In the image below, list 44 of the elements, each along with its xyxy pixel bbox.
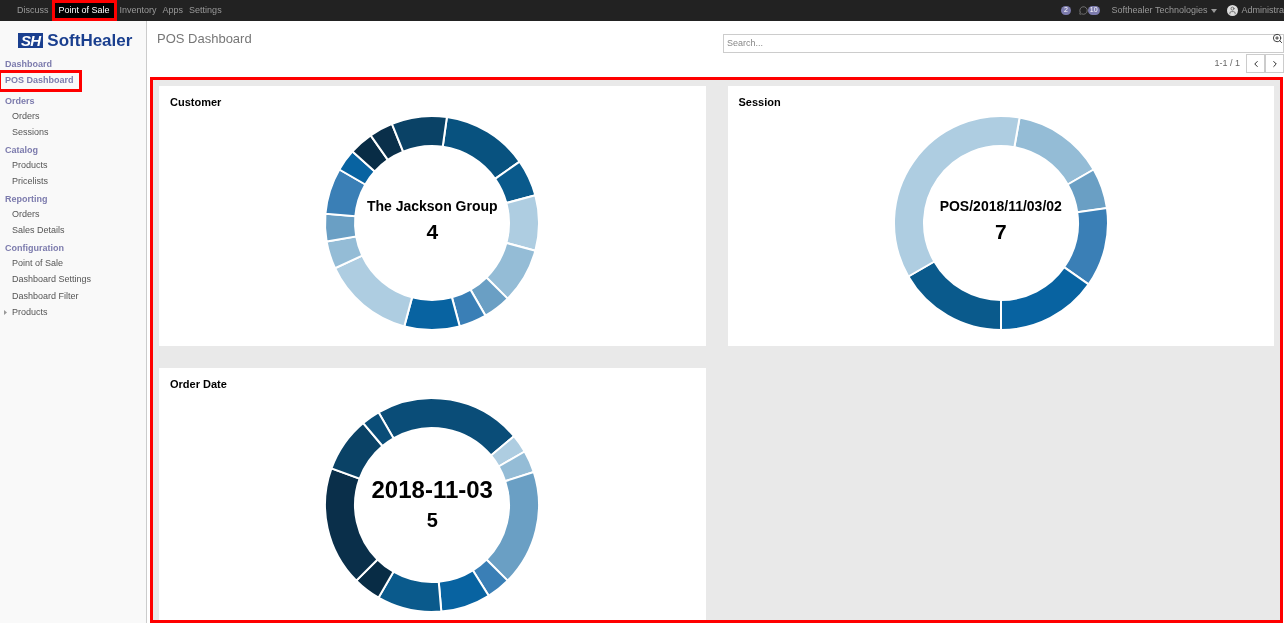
menu-item[interactable]: Pricelists xyxy=(0,173,146,190)
menu-item[interactable]: Sales Details xyxy=(0,222,146,239)
widget-title: Order Date xyxy=(170,377,228,392)
center-value: 4 xyxy=(426,218,439,245)
pager-value: 1-1 / 1 xyxy=(1214,56,1240,70)
menu-section[interactable]: Configuration xyxy=(0,242,146,255)
menu-link[interactable]: Inventory xyxy=(116,0,160,21)
page-title: POS Dashboard xyxy=(157,30,252,48)
widget-title: Session xyxy=(738,95,782,110)
center-label: The Jackson Group xyxy=(366,198,498,216)
menu-item[interactable]: Orders xyxy=(0,108,146,125)
menu-item[interactable]: Orders xyxy=(0,206,146,223)
menu-item[interactable]: Sessions xyxy=(0,124,146,141)
menu-section[interactable]: Catalog xyxy=(0,144,146,157)
user-menu[interactable]: Administra xyxy=(1241,3,1284,18)
menu-link[interactable]: Point of Sale xyxy=(51,0,117,21)
menu-section[interactable]: POS Dashboard xyxy=(0,70,82,92)
caret-icon xyxy=(1211,8,1218,13)
menu-section[interactable]: Reporting xyxy=(0,193,146,206)
center-label: 2018-11-03 xyxy=(371,474,493,505)
menu-link[interactable]: Apps xyxy=(159,0,187,21)
center-value: 7 xyxy=(994,218,1007,245)
search-icon[interactable] xyxy=(1272,33,1283,44)
menu-item[interactable]: Dashboard Filter xyxy=(0,288,146,305)
center-label: POS/2018/11/03/02 xyxy=(939,198,1062,216)
menu-item[interactable]: Point of Sale xyxy=(0,255,146,272)
previous-button[interactable] xyxy=(1246,54,1265,73)
logo-text: SoftHealer xyxy=(47,32,133,49)
avatar-icon[interactable] xyxy=(1227,5,1239,16)
widget-title: Customer xyxy=(170,95,223,110)
menu-link[interactable]: Discuss xyxy=(14,0,52,21)
menu-item[interactable]: Dashboard Settings xyxy=(0,271,146,288)
menu-item[interactable]: Products xyxy=(0,157,146,174)
next-button[interactable] xyxy=(1265,54,1284,73)
company-switcher[interactable]: Softhealer Technologies xyxy=(1111,3,1208,18)
menu-section[interactable]: Orders xyxy=(0,95,146,108)
chat-icon[interactable] xyxy=(1078,6,1088,15)
triangle-icon xyxy=(4,310,7,316)
menu-section[interactable]: Dashboard xyxy=(0,58,146,70)
logo-mark: SH xyxy=(18,33,44,48)
center-value: 5 xyxy=(426,507,438,533)
menu-item[interactable]: Products xyxy=(0,304,146,321)
search-field[interactable]: Search... xyxy=(723,33,1284,53)
menu-link[interactable]: Settings xyxy=(186,0,225,21)
